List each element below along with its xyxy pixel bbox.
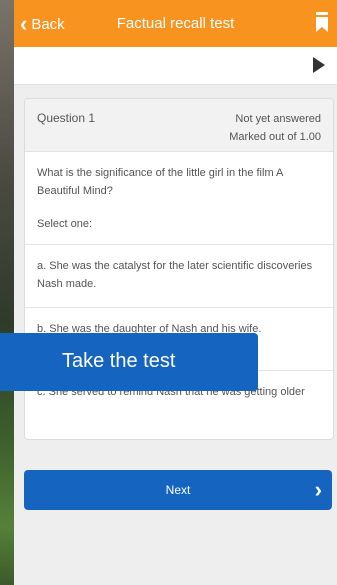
next-button[interactable]: Next ›: [24, 470, 332, 510]
question-status: Not yet answered Marked out of 1.00: [229, 110, 321, 146]
take-the-test-banner[interactable]: Take the test: [0, 333, 258, 391]
next-label: Next: [165, 483, 191, 497]
chevron-right-icon: ›: [314, 477, 322, 502]
play-icon[interactable]: [313, 57, 325, 73]
question-header: Question 1 Not yet answered Marked out o…: [25, 99, 333, 152]
top-bar: ‹ Back Factual recall test: [14, 0, 337, 47]
select-instruction: Select one:: [37, 218, 93, 230]
question-number: Question 1: [37, 111, 96, 125]
navigation-bar: [14, 47, 337, 85]
page-title: Factual recall test: [116, 15, 235, 32]
banner-label: Take the test: [62, 350, 176, 372]
bookmark-icon[interactable]: [315, 12, 329, 32]
question-text: What is the significance of the little g…: [37, 167, 283, 197]
answer-option-a[interactable]: a. She was the catalyst for the later sc…: [25, 244, 333, 307]
marks-label: Marked out of 1.00: [229, 131, 321, 143]
answer-status: Not yet answered: [235, 113, 321, 125]
app-screen: ‹ Back Factual recall test Question 1 No…: [14, 0, 337, 585]
